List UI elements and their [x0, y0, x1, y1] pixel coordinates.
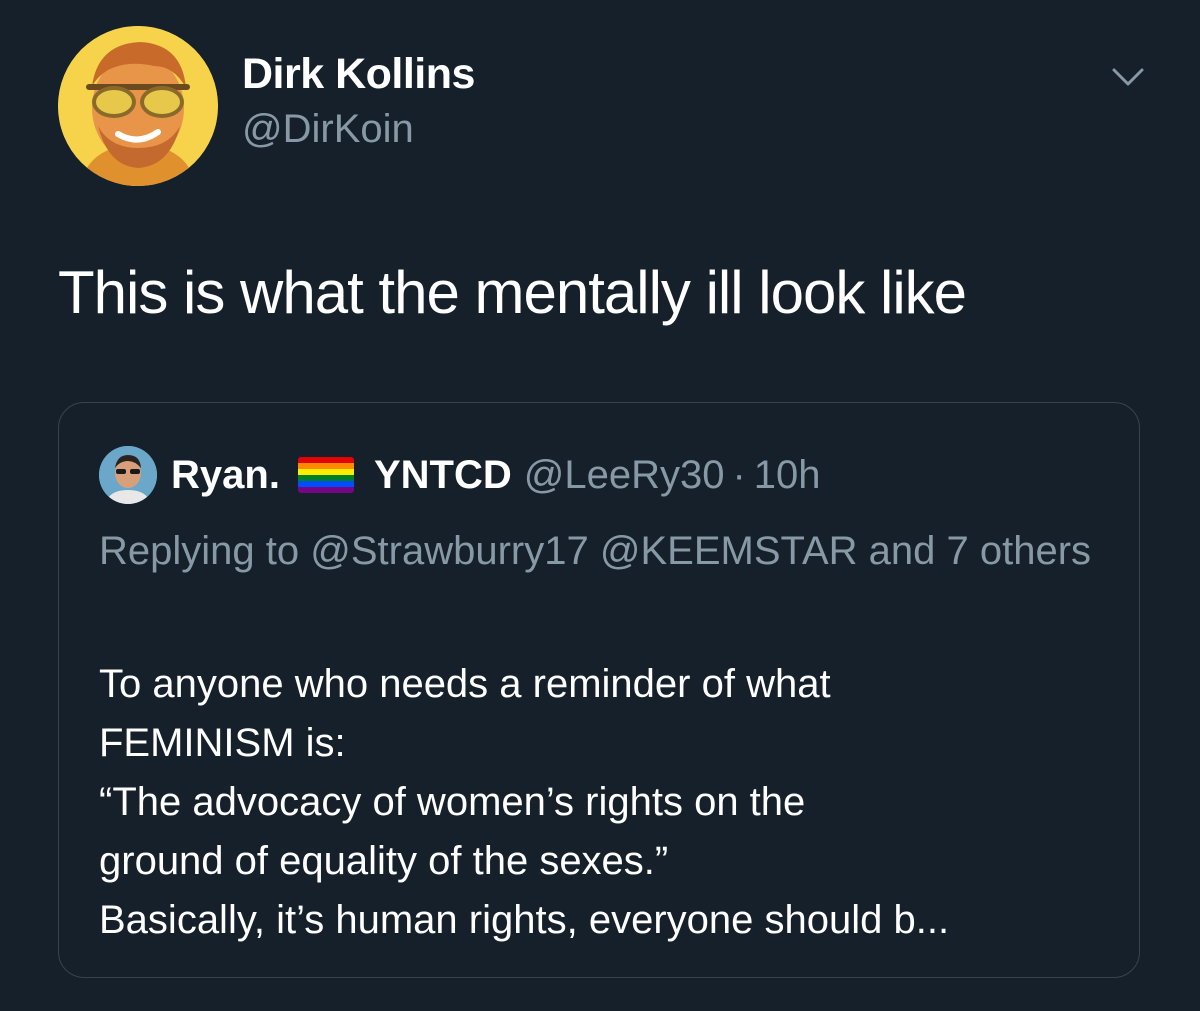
quoted-body-line: ground of equality of the sexes.”: [99, 839, 669, 883]
quoted-tweet-body: To anyone who needs a reminder of what F…: [99, 655, 1109, 950]
tweet-screen: Dirk Kollins @DirKoin This is what the m…: [0, 0, 1200, 1011]
avatar-cartoon-icon: [58, 26, 218, 186]
quoted-body-line: “The advocacy of women’s rights on the: [99, 780, 806, 824]
quoted-author-avatar[interactable]: [99, 446, 157, 504]
quoted-author-name-part1[interactable]: Ryan.: [171, 453, 280, 498]
quoted-tweet-time[interactable]: 10h: [754, 453, 821, 498]
mention-link[interactable]: @Strawburry17: [310, 529, 588, 573]
mention-link[interactable]: @KEEMSTAR: [600, 529, 858, 573]
author-display-name[interactable]: Dirk Kollins: [242, 50, 475, 99]
quoted-tweet-header: Ryan. YNTCD @LeeRy30 · 10h: [99, 446, 821, 504]
quoted-body-line: Basically, it’s human rights, everyone s…: [99, 898, 950, 942]
quoted-body-line: FEMINISM is:: [99, 721, 346, 765]
rainbow-flag-icon: [297, 457, 354, 493]
chevron-down-icon[interactable]: [1110, 62, 1146, 92]
quoted-tweet-card[interactable]: Ryan. YNTCD @LeeRy30 · 10h Replying to @…: [58, 402, 1140, 978]
quoted-author-name-part2[interactable]: YNTCD: [374, 453, 512, 498]
quoted-author-handle[interactable]: @LeeRy30: [524, 453, 725, 498]
avatar-photo-icon: [99, 446, 157, 504]
replying-others[interactable]: and 7 others: [869, 529, 1091, 573]
author-handle[interactable]: @DirKoin: [242, 107, 414, 152]
tweet-text: This is what the mentally ill look like: [58, 259, 967, 326]
separator-dot: ·: [732, 452, 746, 497]
quoted-body-line: To anyone who needs a reminder of what: [99, 662, 831, 706]
replying-to-line: Replying to @Strawburry17 @KEEMSTAR and …: [99, 521, 1109, 581]
replying-prefix: Replying to: [99, 529, 300, 573]
author-avatar[interactable]: [58, 26, 218, 186]
